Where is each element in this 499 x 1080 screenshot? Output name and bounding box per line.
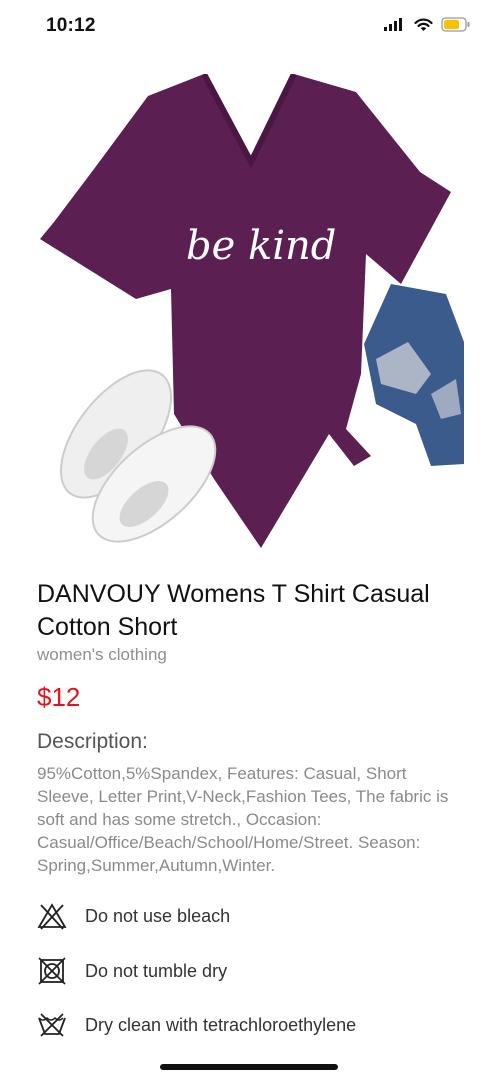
jeans-illustration — [364, 284, 464, 466]
no-bleach-icon — [37, 903, 67, 930]
care-label: Do not tumble dry — [85, 960, 228, 981]
product-price: $12 — [37, 682, 81, 712]
wifi-icon — [414, 18, 433, 31]
product-image: be kind — [40, 74, 464, 548]
product-category: women's clothing — [37, 645, 167, 664]
care-item-no-bleach: Do not use bleach — [37, 901, 230, 931]
status-bar: 10:12 — [0, 0, 499, 54]
status-icons — [384, 17, 471, 32]
dry-clean-icon — [38, 1013, 66, 1037]
status-time: 10:12 — [46, 15, 96, 36]
no-tumble-dry-icon — [38, 957, 66, 985]
care-item-no-tumble-dry: Do not tumble dry — [37, 956, 227, 986]
shirt-print-text: be kind — [186, 223, 336, 269]
care-item-dry-clean: Dry clean with tetrachloroethylene — [37, 1010, 356, 1040]
description-text: 95%Cotton,5%Spandex, Features: Casual, S… — [37, 764, 449, 875]
care-label: Do not use bleach — [85, 905, 231, 926]
battery-icon — [441, 17, 470, 32]
care-label: Dry clean with tetrachloroethylene — [85, 1014, 357, 1035]
home-indicator[interactable] — [160, 1064, 338, 1070]
signal-icon — [384, 17, 402, 31]
description-heading: Description: — [37, 730, 148, 753]
product-title: DANVOUY Womens T Shirt Casual Cotton Sho… — [37, 580, 430, 641]
